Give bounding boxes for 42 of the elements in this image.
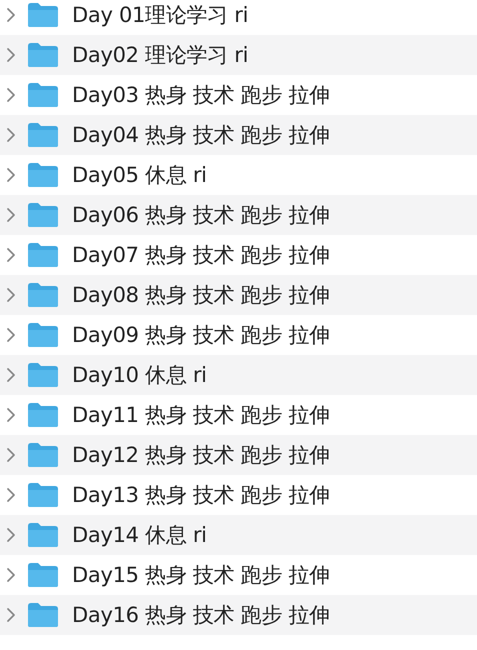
folder-icon xyxy=(27,122,59,148)
folder-icon xyxy=(27,602,59,628)
disclosure-chevron-icon[interactable] xyxy=(6,87,16,103)
folder-name[interactable]: Day15 热身 技术 跑步 拉伸 xyxy=(72,561,330,589)
folder-icon xyxy=(27,482,59,508)
folder-icon xyxy=(27,362,59,388)
folder-icon xyxy=(27,2,59,28)
disclosure-chevron-icon[interactable] xyxy=(6,367,16,383)
folder-icon xyxy=(27,82,59,108)
folder-icon xyxy=(27,42,59,68)
folder-name[interactable]: Day13 热身 技术 跑步 拉伸 xyxy=(72,481,330,509)
disclosure-chevron-icon[interactable] xyxy=(6,127,16,143)
disclosure-chevron-icon[interactable] xyxy=(6,47,16,63)
folder-icon xyxy=(27,442,59,468)
folder-name[interactable]: Day11 热身 技术 跑步 拉伸 xyxy=(72,401,330,429)
disclosure-chevron-icon[interactable] xyxy=(6,167,16,183)
folder-icon xyxy=(27,162,59,188)
folder-icon xyxy=(27,202,59,228)
disclosure-chevron-icon[interactable] xyxy=(6,207,16,223)
folder-name[interactable]: Day05 休息 ri xyxy=(72,161,207,189)
folder-name[interactable]: Day09 热身 技术 跑步 拉伸 xyxy=(72,321,330,349)
disclosure-chevron-icon[interactable] xyxy=(6,247,16,263)
folder-icon xyxy=(27,322,59,348)
folder-icon xyxy=(27,522,59,548)
folder-icon xyxy=(27,562,59,588)
folder-name[interactable]: Day14 休息 ri xyxy=(72,521,207,549)
folder-name[interactable]: Day03 热身 技术 跑步 拉伸 xyxy=(72,81,330,109)
disclosure-chevron-icon[interactable] xyxy=(6,327,16,343)
disclosure-chevron-icon[interactable] xyxy=(6,447,16,463)
disclosure-chevron-icon[interactable] xyxy=(6,287,16,303)
disclosure-chevron-icon[interactable] xyxy=(6,407,16,423)
disclosure-chevron-icon[interactable] xyxy=(6,607,16,623)
folder-name[interactable]: Day 01理论学习 ri xyxy=(72,1,248,29)
folder-icon xyxy=(27,242,59,268)
folder-name[interactable]: Day10 休息 ri xyxy=(72,361,207,389)
disclosure-chevron-icon[interactable] xyxy=(6,7,16,23)
folder-icon xyxy=(27,282,59,308)
disclosure-chevron-icon[interactable] xyxy=(6,487,16,503)
disclosure-chevron-icon[interactable] xyxy=(6,567,16,583)
disclosure-chevron-icon[interactable] xyxy=(6,527,16,543)
folder-icon xyxy=(27,402,59,428)
folder-name[interactable]: Day07 热身 技术 跑步 拉伸 xyxy=(72,241,330,269)
